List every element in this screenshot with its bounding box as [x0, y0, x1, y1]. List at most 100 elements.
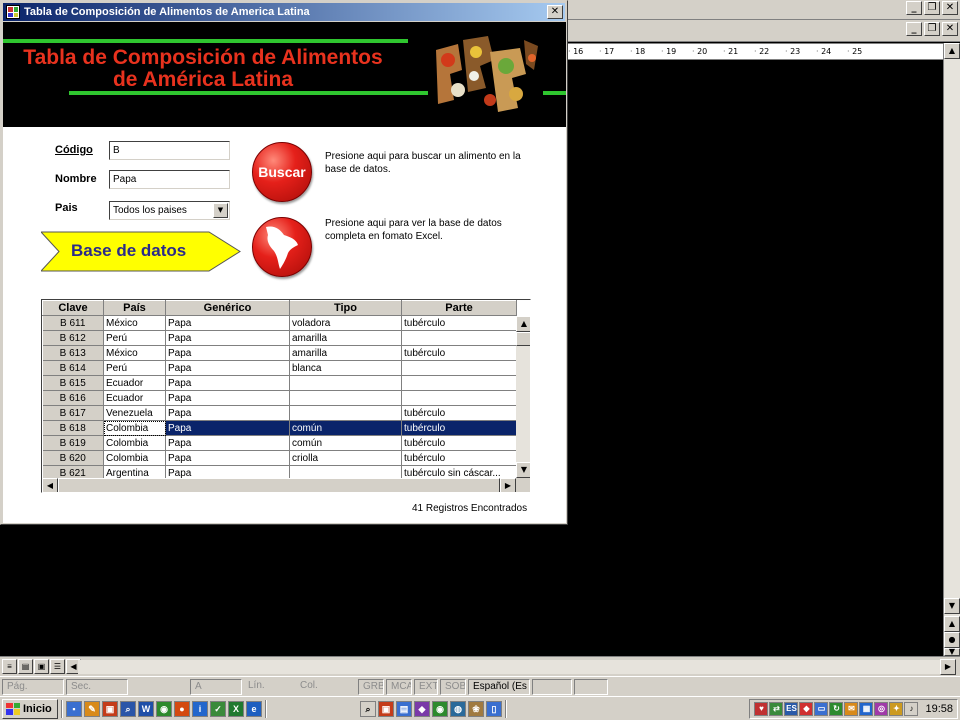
cell-pais[interactable]: Ecuador [103, 375, 166, 391]
firefox-icon[interactable]: ● [174, 700, 190, 717]
cell-parte[interactable] [401, 330, 517, 346]
nombre-input[interactable]: Papa [109, 170, 230, 189]
table-row[interactable]: B 617 Venezuela Papa tubérculo [42, 405, 517, 421]
table-row[interactable]: B 612 Perú Papa amarilla [42, 330, 517, 346]
horizontal-scroll-track[interactable] [78, 660, 940, 674]
outline-view-icon[interactable]: ☰ [50, 659, 65, 674]
cell-generico[interactable]: Papa [165, 330, 290, 346]
cell-tipo[interactable]: común [289, 420, 402, 436]
document-vertical-scrollbar[interactable]: ▲ ▼ ▲ ● ▼ [943, 43, 960, 656]
normal-view-icon[interactable]: ≡ [2, 659, 17, 674]
cell-pais[interactable]: Ecuador [103, 390, 166, 406]
table-row[interactable]: B 614 Perú Papa blanca [42, 360, 517, 376]
cell-parte[interactable]: tubérculo [401, 345, 517, 361]
cell-clave[interactable]: B 619 [42, 435, 104, 451]
task-paint-icon[interactable]: ◆ [414, 700, 430, 717]
grid-scroll-thumb[interactable] [516, 332, 530, 346]
table-row[interactable]: B 611 México Papa voladora tubérculo [42, 315, 517, 331]
grid-scroll-up-icon[interactable]: ▲ [516, 316, 530, 332]
cell-tipo[interactable]: amarilla [289, 330, 402, 346]
shield-icon[interactable]: ♥ [754, 701, 769, 716]
excel-database-button[interactable] [252, 217, 312, 277]
cell-generico[interactable]: Papa [165, 435, 290, 451]
note-icon[interactable]: ✓ [210, 700, 226, 717]
bulb-icon[interactable]: ✦ [889, 701, 904, 716]
pen-icon[interactable]: ✎ [84, 700, 100, 717]
cell-parte[interactable]: tubérculo [401, 405, 517, 421]
chevron-down-icon[interactable]: ▼ [213, 203, 228, 218]
volume-icon[interactable]: ♪ [904, 701, 919, 716]
word-icon[interactable]: W [138, 700, 154, 717]
cell-pais[interactable]: Colombia [103, 420, 166, 436]
cell-pais[interactable]: México [103, 315, 166, 331]
task-search-icon[interactable]: ⌕ [360, 700, 376, 717]
cell-clave[interactable]: B 616 [42, 390, 104, 406]
update-icon[interactable]: ↻ [829, 701, 844, 716]
buscar-button[interactable]: Buscar [252, 142, 312, 202]
cell-clave[interactable]: B 612 [42, 330, 104, 346]
cell-generico[interactable]: Papa [165, 375, 290, 391]
cell-tipo[interactable]: amarilla [289, 345, 402, 361]
desktop-icon[interactable]: ▪ [66, 700, 82, 717]
grid-hscroll-thumb[interactable] [58, 478, 500, 492]
print-view-icon[interactable]: ▣ [34, 659, 49, 674]
cell-generico[interactable]: Papa [165, 315, 290, 331]
scroll-right-icon[interactable]: ▶ [940, 659, 956, 675]
column-header[interactable]: Parte [401, 300, 517, 316]
language-es-icon[interactable]: ES [784, 701, 799, 716]
excel-icon[interactable]: X [228, 700, 244, 717]
network-icon[interactable]: ⇄ [769, 701, 784, 716]
horizontal-ruler[interactable]: 16171819202122232425 [567, 43, 943, 60]
cell-parte[interactable]: tubérculo [401, 435, 517, 451]
grid-scroll-down-icon[interactable]: ▼ [516, 462, 530, 478]
table-row[interactable]: B 618 Colombia Papa común tubérculo [42, 420, 517, 436]
cell-generico[interactable]: Papa [165, 420, 290, 436]
minimize-icon[interactable]: _ [906, 1, 922, 15]
scroll-down-icon[interactable]: ▼ [944, 598, 960, 614]
cell-tipo[interactable]: voladora [289, 315, 402, 331]
table-row[interactable]: B 616 Ecuador Papa [42, 390, 517, 406]
doc-restore-icon[interactable]: ❐ [924, 22, 940, 36]
cell-parte[interactable] [401, 390, 517, 406]
next-page-icon[interactable]: ▼ [944, 648, 960, 656]
web-view-icon[interactable]: ▤ [18, 659, 33, 674]
cell-generico[interactable]: Papa [165, 360, 290, 376]
doc-close-icon[interactable]: ✕ [942, 22, 958, 36]
cell-tipo[interactable] [289, 390, 402, 406]
tray-misc-icon[interactable]: ◎ [874, 701, 889, 716]
cell-generico[interactable]: Papa [165, 390, 290, 406]
cell-clave[interactable]: B 617 [42, 405, 104, 421]
column-header[interactable]: País [103, 300, 166, 316]
cell-parte[interactable]: tubérculo [401, 420, 517, 436]
previous-page-icon[interactable]: ▲ [944, 616, 960, 632]
status-grb[interactable]: GRB [358, 678, 384, 695]
table-row[interactable]: B 620 Colombia Papa criolla tubérculo [42, 450, 517, 466]
grid-horizontal-scrollbar[interactable]: ◀ ▶ [42, 478, 516, 492]
cell-tipo[interactable]: blanca [289, 360, 402, 376]
restore-icon[interactable]: ❐ [924, 1, 940, 15]
task-window-icon[interactable]: ▤ [396, 700, 412, 717]
internet-explorer-icon[interactable]: e [246, 700, 262, 717]
grid-scroll-right-icon[interactable]: ▶ [500, 478, 516, 492]
monitor-icon[interactable]: ▭ [814, 701, 829, 716]
cell-generico[interactable]: Papa [165, 405, 290, 421]
cell-pais[interactable]: Colombia [103, 435, 166, 451]
status-mca[interactable]: MCA [386, 678, 412, 695]
cell-clave[interactable]: B 620 [42, 450, 104, 466]
clock[interactable]: 19:58 [925, 703, 953, 715]
codigo-input[interactable]: B [109, 141, 230, 160]
status-language[interactable]: Español (Es [468, 678, 530, 695]
cell-clave[interactable]: B 615 [42, 375, 104, 391]
cell-clave[interactable]: B 611 [42, 315, 104, 331]
cell-pais[interactable]: México [103, 345, 166, 361]
cell-pais[interactable]: Perú [103, 360, 166, 376]
close-icon[interactable]: ✕ [942, 1, 958, 15]
scroll-up-icon[interactable]: ▲ [944, 43, 960, 59]
search-icon[interactable]: ⌕ [120, 700, 136, 717]
task-doc-icon[interactable]: ▯ [486, 700, 502, 717]
table-row[interactable]: B 613 México Papa amarilla tubérculo [42, 345, 517, 361]
cell-tipo[interactable] [289, 405, 402, 421]
calendar-icon[interactable]: ▦ [859, 701, 874, 716]
status-sob[interactable]: SOB [440, 678, 466, 695]
table-row[interactable]: B 619 Colombia Papa común tubérculo [42, 435, 517, 451]
